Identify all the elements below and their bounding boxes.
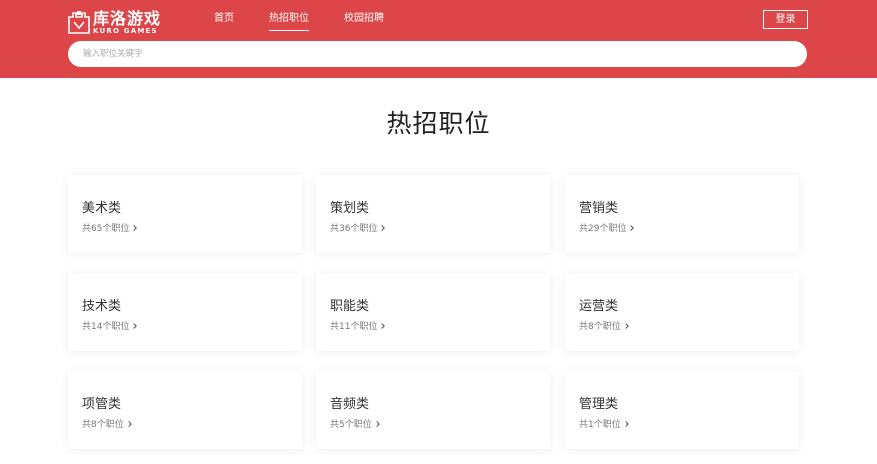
kuro-games-logo[interactable]: 库洛游戏 KURO GAMES — [68, 10, 178, 36]
category-count: 共1个职位 — [579, 420, 621, 430]
category-name: 职能类 — [330, 299, 370, 314]
main-nav: 首页 热招职位 校园招聘 — [214, 12, 419, 31]
search-input[interactable] — [68, 41, 807, 67]
category-card-art[interactable]: 美术类 共65个职位 — [68, 175, 302, 253]
category-count: 共36个职位 — [330, 224, 378, 234]
category-name: 策划类 — [330, 201, 370, 216]
category-count: 共8个职位 — [82, 420, 124, 430]
category-count: 共14个职位 — [82, 322, 130, 332]
category-count-link[interactable]: 共8个职位 — [579, 319, 629, 332]
category-count-link[interactable]: 共14个职位 — [82, 319, 138, 332]
logo-subtitle: KURO GAMES — [93, 27, 158, 35]
chevron-right-icon — [379, 322, 386, 329]
category-card-functional[interactable]: 职能类 共11个职位 — [316, 273, 550, 351]
category-count: 共11个职位 — [330, 322, 378, 332]
category-card-management[interactable]: 管理类 共1个职位 — [565, 371, 799, 449]
nav-campus-recruitment[interactable]: 校园招聘 — [344, 12, 384, 31]
category-card-design[interactable]: 策划类 共36个职位 — [316, 175, 550, 253]
category-name: 营销类 — [579, 201, 619, 216]
nav-home[interactable]: 首页 — [214, 12, 234, 31]
chevron-right-icon — [373, 420, 380, 427]
chevron-right-icon — [131, 322, 138, 329]
chevron-right-icon — [628, 224, 635, 231]
category-count-link[interactable]: 共1个职位 — [579, 417, 629, 430]
logo-title: 库洛游戏 — [93, 9, 162, 28]
chevron-right-icon — [622, 322, 629, 329]
category-count-link[interactable]: 共29个职位 — [579, 221, 635, 234]
category-name: 运营类 — [579, 299, 619, 314]
category-name: 项管类 — [82, 397, 122, 412]
search-bar — [68, 41, 807, 67]
category-count: 共29个职位 — [579, 224, 627, 234]
category-count-link[interactable]: 共36个职位 — [330, 221, 386, 234]
category-count-link[interactable]: 共65个职位 — [82, 221, 138, 234]
chevron-right-icon — [622, 420, 629, 427]
category-count-link[interactable]: 共5个职位 — [330, 417, 380, 430]
chevron-right-icon — [131, 224, 138, 231]
top-header: 库洛游戏 KURO GAMES 首页 热招职位 校园招聘 登录 — [0, 0, 877, 78]
category-count-link[interactable]: 共8个职位 — [82, 417, 132, 430]
castle-logo-icon — [68, 11, 90, 34]
category-card-operations[interactable]: 运营类 共8个职位 — [565, 273, 799, 351]
category-count-link[interactable]: 共11个职位 — [330, 319, 386, 332]
chevron-right-icon — [125, 420, 132, 427]
page-title: 热招职位 — [386, 109, 491, 138]
category-name: 美术类 — [82, 201, 122, 216]
category-name: 技术类 — [82, 299, 122, 314]
category-count: 共8个职位 — [579, 322, 621, 332]
category-name: 音频类 — [330, 397, 370, 412]
category-count: 共5个职位 — [330, 420, 372, 430]
login-button[interactable]: 登录 — [763, 10, 808, 29]
category-card-marketing[interactable]: 营销类 共29个职位 — [565, 175, 799, 253]
category-name: 管理类 — [579, 397, 619, 412]
category-card-tech[interactable]: 技术类 共14个职位 — [68, 273, 302, 351]
category-count: 共65个职位 — [82, 224, 130, 234]
category-card-project-management[interactable]: 项管类 共8个职位 — [68, 371, 302, 449]
category-card-audio[interactable]: 音频类 共5个职位 — [316, 371, 550, 449]
nav-hot-jobs[interactable]: 热招职位 — [269, 12, 309, 31]
chevron-right-icon — [379, 224, 386, 231]
